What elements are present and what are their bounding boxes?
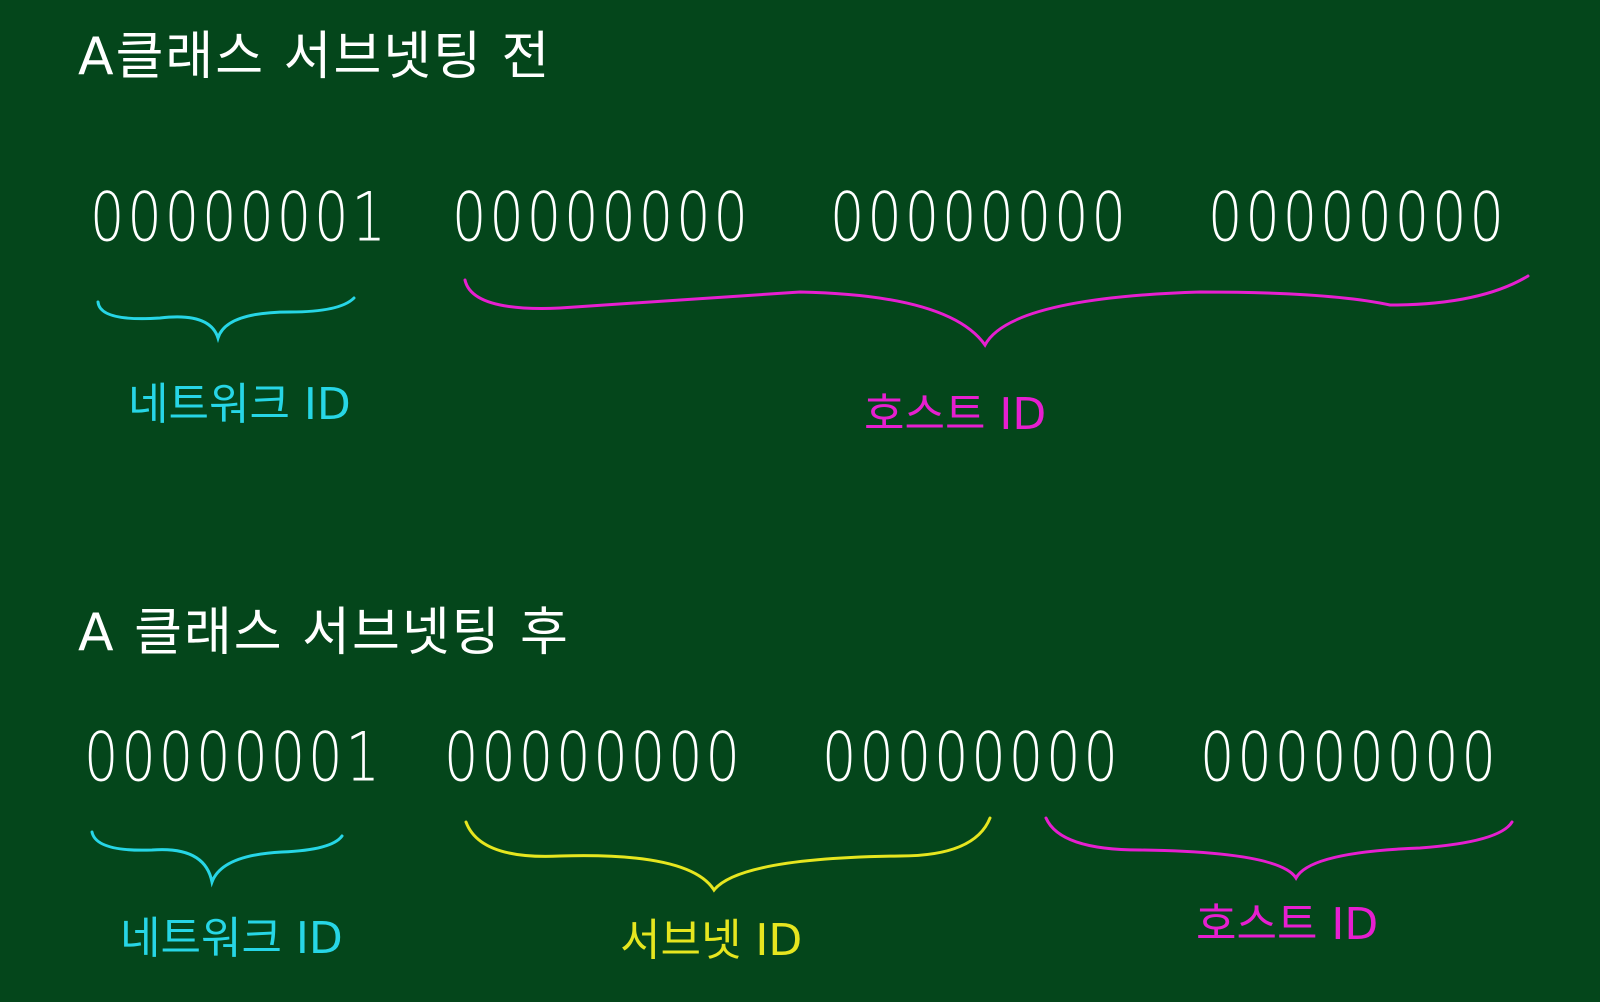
network-id-label-after: 네트워크 ID [120, 913, 343, 964]
brace-layer [90, 274, 1530, 893]
octet-3-after: 00000000 [822, 718, 1121, 797]
host-brace-before [463, 274, 1530, 348]
host-id-label-after: 호스트 ID [1196, 899, 1379, 950]
host-brace-after [1044, 816, 1514, 881]
title-after-subnetting: A 클래스 서브넷팅 후 [78, 603, 570, 663]
network-brace-before [96, 296, 356, 344]
octet-3-before: 00000000 [830, 178, 1129, 257]
title-before-subnetting: A클래스 서브넷팅 전 [78, 27, 552, 87]
host-id-label-before: 호스트 ID [864, 389, 1047, 440]
octet-2-after: 00000000 [444, 718, 743, 797]
subnet-brace-after [464, 816, 992, 893]
octet-2-before: 00000000 [452, 178, 751, 257]
octet-4-after: 00000000 [1200, 718, 1499, 797]
octet-4-before: 00000000 [1208, 178, 1507, 257]
subnet-id-label-after: 서브넷 ID [620, 915, 803, 966]
chalkboard: A클래스 서브넷팅 전 00000001 00000000 00000000 0… [0, 0, 1600, 1002]
octet-1-after: 00000001 [84, 718, 383, 797]
octet-1-before: 00000001 [90, 178, 389, 257]
network-id-label-before: 네트워크 ID [128, 379, 351, 430]
network-brace-after [90, 830, 344, 888]
